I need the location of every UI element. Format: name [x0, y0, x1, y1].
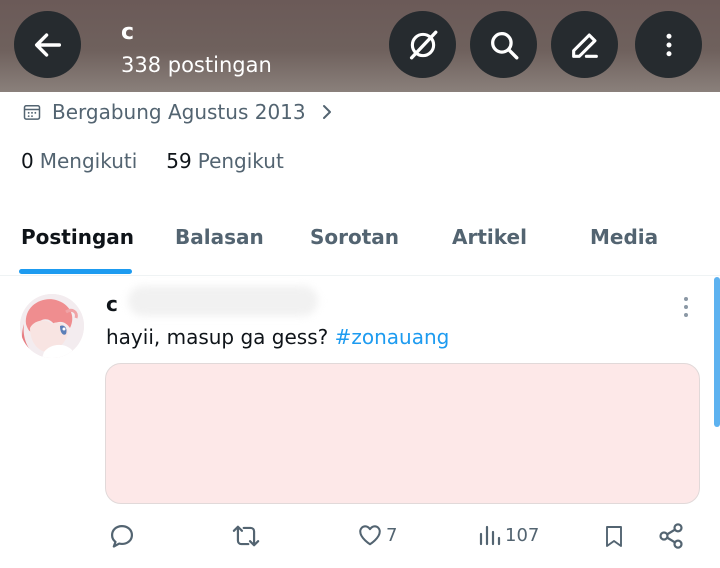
profile-tabs: Postingan Balasan Sorotan Artikel Media: [0, 212, 720, 276]
more-vertical-icon: [666, 33, 671, 56]
grok-button[interactable]: [389, 11, 456, 78]
followers-link[interactable]: 59 Pengikut: [166, 149, 284, 173]
followers-label: Pengikut: [197, 149, 284, 173]
back-button[interactable]: [14, 11, 81, 78]
post-more-button[interactable]: [682, 296, 690, 323]
active-tab-indicator: [19, 269, 132, 274]
bookmark-button[interactable]: [602, 522, 626, 550]
tab-sorotan[interactable]: Sorotan: [310, 225, 399, 249]
post-body: hayii, masup ga gess?: [106, 325, 335, 349]
share-button[interactable]: [657, 522, 685, 550]
tab-balasan[interactable]: Balasan: [175, 225, 264, 249]
post-text: hayii, masup ga gess? #zonauang: [106, 325, 449, 349]
tab-media[interactable]: Media: [590, 225, 658, 249]
post-count: 338 postingan: [121, 53, 272, 77]
repost-icon: [232, 525, 260, 547]
search-button[interactable]: [470, 11, 537, 78]
share-icon: [659, 523, 683, 549]
like-button[interactable]: 7: [357, 522, 397, 548]
view-count: 107: [505, 524, 540, 546]
more-vertical-icon: [684, 297, 688, 317]
hashtag-link[interactable]: #zonauang: [335, 325, 450, 349]
profile-header: c 338 postingan: [0, 0, 720, 92]
post-media[interactable]: [105, 363, 700, 504]
edit-button[interactable]: [551, 11, 618, 78]
grok-icon: [409, 30, 437, 59]
post-actions: 7 107: [0, 522, 720, 556]
scrollbar[interactable]: [714, 277, 720, 427]
join-date-text: Bergabung Agustus 2013: [52, 100, 306, 124]
bookmark-icon: [606, 526, 622, 547]
post-author[interactable]: c: [106, 292, 118, 316]
bar-chart-icon: [479, 525, 501, 546]
tab-artikel[interactable]: Artikel: [452, 225, 527, 249]
following-link[interactable]: 0 Mengikuti: [21, 149, 137, 173]
chevron-right-icon: [322, 105, 331, 119]
following-label: Mengikuti: [39, 149, 138, 173]
views-button[interactable]: 107: [478, 522, 539, 548]
heart-icon: [359, 525, 381, 546]
following-count: 0: [21, 149, 34, 173]
avatar[interactable]: [20, 294, 84, 358]
reply-icon: [110, 524, 134, 548]
profile-name: c: [121, 20, 135, 45]
more-options-button[interactable]: [635, 11, 702, 78]
edit-icon: [571, 33, 598, 58]
back-arrow-icon: [34, 32, 61, 57]
calendar-icon: [23, 105, 41, 120]
reply-button[interactable]: [108, 522, 136, 550]
tab-postingan[interactable]: Postingan: [21, 225, 134, 249]
join-date-row[interactable]: Bergabung Agustus 2013: [22, 100, 334, 124]
followers-count: 59: [166, 149, 192, 173]
redacted-handle: [128, 286, 318, 316]
like-count: 7: [386, 524, 398, 546]
follow-stats: 0 Mengikuti 59 Pengikut: [21, 149, 284, 173]
repost-button[interactable]: [231, 522, 261, 550]
search-icon: [490, 31, 518, 59]
avatar-image: [20, 294, 84, 358]
